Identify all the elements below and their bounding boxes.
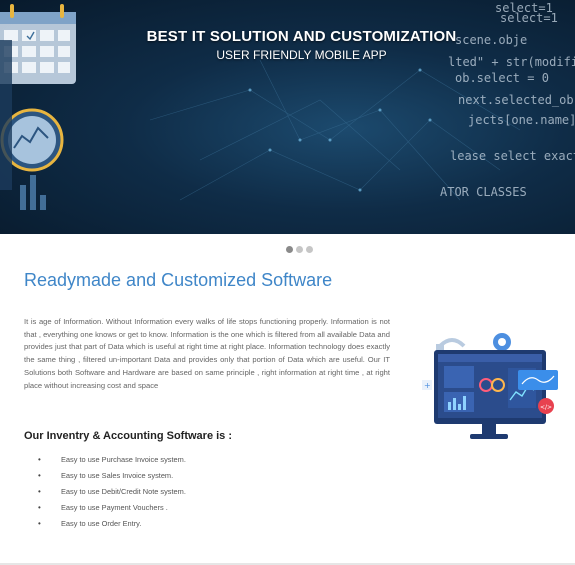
feature-text: Easy to use Order Entry. <box>61 519 142 528</box>
code-line-text: next.selected_ob <box>458 93 574 107</box>
hero-subtitle: USER FRIENDLY MOBILE APP <box>216 48 387 62</box>
bullet-icon: • <box>38 471 41 480</box>
bullet-icon: • <box>38 487 41 496</box>
code-line-text: select=1 <box>500 11 558 25</box>
code-badge-icon: </> <box>540 404 552 411</box>
code-line-text: ATOR CLASSES <box>440 185 527 199</box>
feature-text: Easy to use Purchase Invoice system. <box>61 455 186 464</box>
slider-dot[interactable] <box>296 246 303 253</box>
list-item: • Easy to use Order Entry. <box>38 519 186 535</box>
list-item: • Easy to use Payment Vouchers . <box>38 503 186 519</box>
feature-text: Easy to use Sales Invoice system. <box>61 471 174 480</box>
svg-text:+: + <box>424 381 431 390</box>
list-item: • Easy to use Purchase Invoice system. <box>38 455 186 471</box>
code-line-text: lease select exactly <box>450 149 575 163</box>
code-line-text: ob.select = 0 <box>455 71 549 85</box>
computer-dashboard-icon: </> + <box>422 333 558 439</box>
slider-pagination <box>286 246 313 253</box>
bullet-icon: • <box>38 503 41 512</box>
slider-dot[interactable] <box>286 246 293 253</box>
hero-title: BEST IT SOLUTION AND CUSTOMIZATION <box>146 28 457 45</box>
code-line-text: jects[one.name].se <box>468 113 575 127</box>
feature-list: • Easy to use Purchase Invoice system. • E… <box>38 455 186 535</box>
feature-text: Easy to use Debit/Credit Note system. <box>61 487 186 496</box>
bullet-icon: • <box>38 519 41 528</box>
slider-dot[interactable] <box>306 246 313 253</box>
bullet-icon: • <box>38 455 41 464</box>
hero-banner: select=1 select=1 scene.obje lted" + str… <box>0 0 575 234</box>
list-item: • Easy to use Sales Invoice system. <box>38 471 186 487</box>
feature-text: Easy to use Payment Vouchers . <box>61 503 168 512</box>
section-title: Readymade and Customized Software <box>24 270 333 290</box>
intro-paragraph: It is age of Information. Without Inform… <box>24 317 390 390</box>
software-heading: Our Inventry & Accounting Software is : <box>24 430 233 442</box>
list-item: • Easy to use Debit/Credit Note system. <box>38 487 186 503</box>
